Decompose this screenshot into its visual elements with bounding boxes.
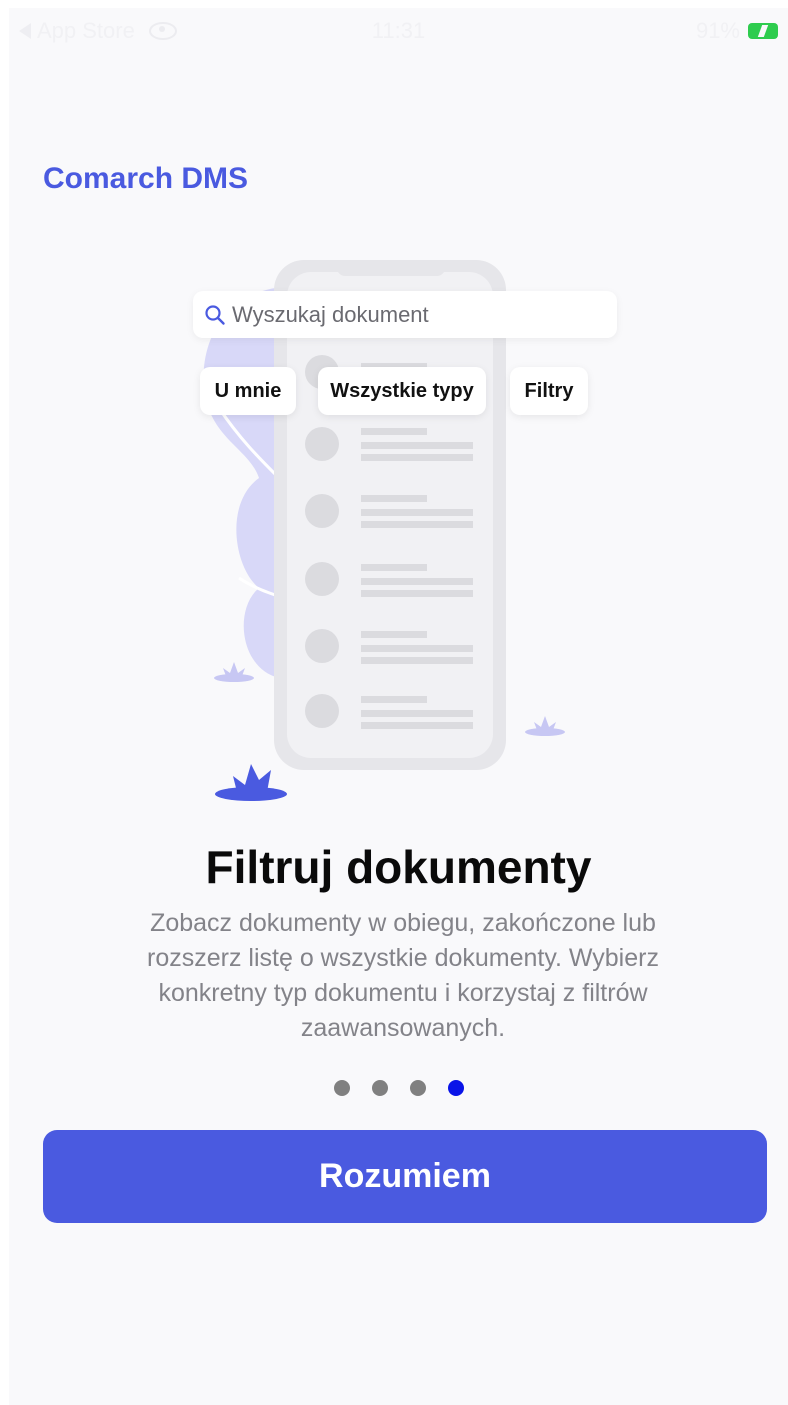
- search-icon: [205, 304, 225, 325]
- rozumiem-button[interactable]: Rozumiem: [43, 1130, 767, 1223]
- app-title: Comarch DMS: [43, 162, 249, 195]
- onboarding-screen: App Store 11:31 91% Comarch DMS Wyszukaj…: [9, 8, 788, 1405]
- onboarding-description: Zobacz dokumenty w obiegu, zakończone lu…: [147, 909, 659, 1042]
- status-bar: App Store 11:31 91%: [9, 8, 788, 56]
- chip-filtry: Filtry: [510, 367, 588, 415]
- page-dot-1[interactable]: [333, 1080, 350, 1096]
- chip-u-mnie: U mnie: [200, 367, 296, 415]
- search-bar-illustration: Wyszukaj dokument: [193, 291, 617, 338]
- page-indicator[interactable]: [9, 1080, 788, 1096]
- illustration: Wyszukaj dokument U mnie Wszystkie typy …: [9, 248, 788, 808]
- battery-charging-icon: [748, 23, 778, 39]
- status-time: 11:31: [371, 18, 426, 43]
- page-dot-4-active[interactable]: [447, 1080, 464, 1096]
- status-right: 91%: [696, 18, 778, 44]
- page-dot-3[interactable]: [409, 1080, 426, 1096]
- page-dot-2[interactable]: [371, 1080, 388, 1096]
- search-placeholder: Wyszukaj dokument: [232, 301, 429, 327]
- onboarding-heading: Filtruj dokumenty: [205, 841, 592, 893]
- battery-percent: 91%: [695, 18, 740, 43]
- chip-wszystkie-typy: Wszystkie typy: [318, 367, 486, 415]
